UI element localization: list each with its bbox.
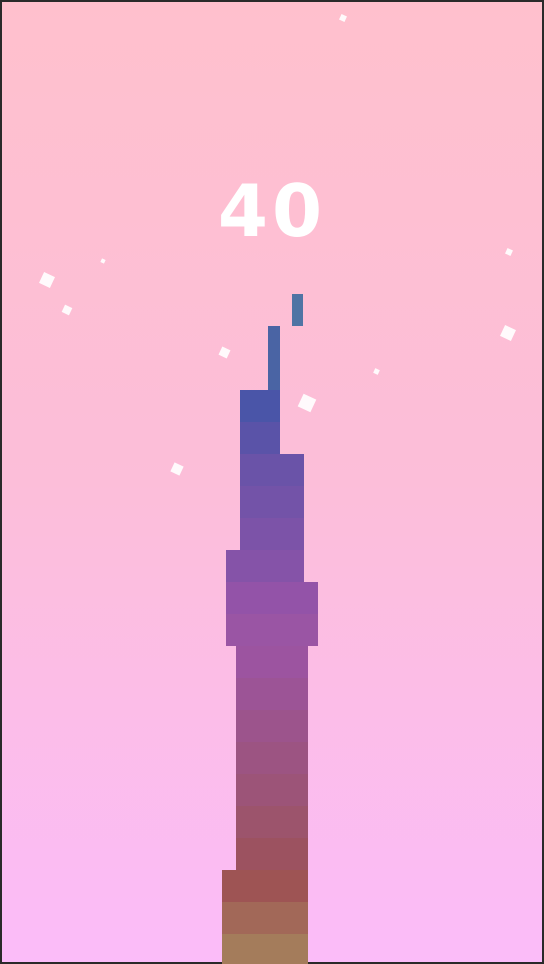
tower-block [222, 902, 308, 934]
tower-block [222, 870, 308, 902]
tower-spire-block [268, 326, 280, 390]
tower-block [236, 742, 308, 774]
tower-block [236, 774, 308, 806]
game-screen[interactable]: 40 [0, 0, 544, 964]
tower-block [226, 614, 318, 646]
block-tower [0, 0, 544, 964]
tower-block [222, 934, 308, 964]
tower-block [240, 422, 280, 454]
tower-block [226, 582, 318, 614]
tower-block [236, 806, 308, 838]
tower-block [236, 838, 308, 870]
tower-block [236, 710, 308, 742]
tower-block [240, 486, 304, 518]
tower-block [236, 646, 308, 678]
falling-block [292, 294, 303, 326]
tower-block [240, 390, 280, 422]
tower-block [240, 518, 304, 550]
tower-block [236, 678, 308, 710]
tower-block [240, 454, 304, 486]
tower-block [226, 550, 304, 582]
